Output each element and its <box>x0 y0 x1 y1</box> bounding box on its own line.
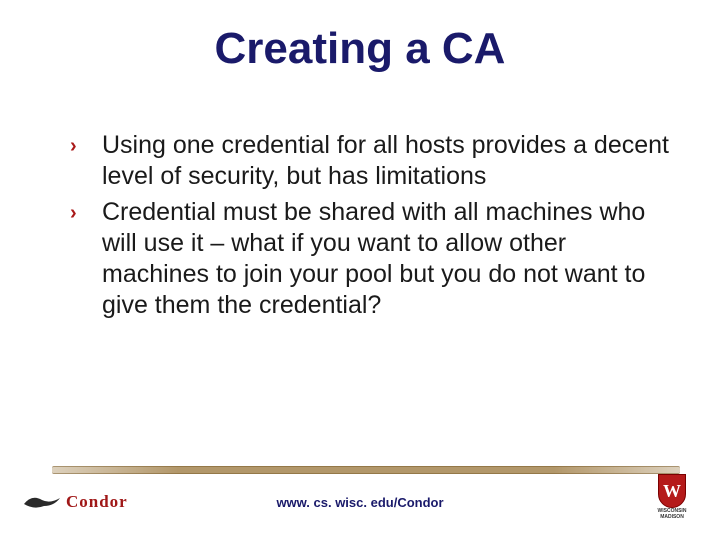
condor-logo-text: Condor <box>66 492 128 512</box>
uw-logo: W WISCONSIN MADISON <box>648 474 696 520</box>
slide: Creating a CA › Using one credential for… <box>0 0 720 540</box>
bullet-text: Credential must be shared with all machi… <box>102 198 645 320</box>
slide-body: › Using one credential for all hosts pro… <box>70 130 670 326</box>
condor-bird-icon <box>22 492 62 512</box>
bullet-item: › Using one credential for all hosts pro… <box>70 130 670 193</box>
condor-logo: Condor <box>22 492 128 512</box>
uw-crest-letter: W <box>663 481 681 502</box>
slide-title: Creating a CA <box>0 24 720 74</box>
uw-crest-icon: W <box>658 474 686 508</box>
bullet-text: Using one credential for all hosts provi… <box>102 131 669 190</box>
bullet-item: › Credential must be shared with all mac… <box>70 197 670 322</box>
chevron-icon: › <box>70 134 77 159</box>
divider <box>52 466 680 474</box>
chevron-icon: › <box>70 201 77 226</box>
uw-logo-text-2: MADISON <box>660 515 684 520</box>
